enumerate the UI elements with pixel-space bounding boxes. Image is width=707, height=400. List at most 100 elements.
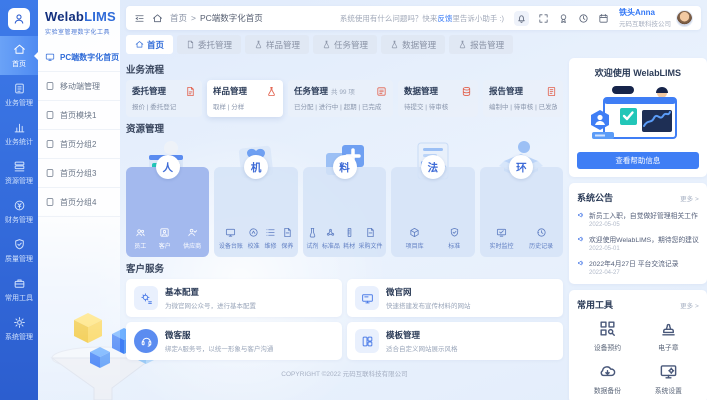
rail-label: 系统管理 [5, 332, 33, 342]
medal-icon[interactable] [558, 13, 569, 24]
card-basic-config[interactable]: 基本配置 为微官网公众号，进行基本配置 [126, 279, 342, 317]
calendar-icon[interactable] [598, 13, 609, 24]
resource-item-staff[interactable]: 员工 [134, 227, 146, 250]
resource-letter: 法 [421, 155, 445, 179]
card-links[interactable]: 取样 | 分样 [213, 101, 277, 111]
card-links[interactable]: 编制中 | 待审核 | 已发放 [489, 101, 557, 111]
sidebar-item-group2[interactable]: 首页分组2 [38, 130, 120, 159]
resource-item-history[interactable]: 历史记录 [529, 227, 553, 250]
resource-item-reagent[interactable]: 试剂 [306, 227, 318, 250]
announcement-item[interactable]: 2022年4月27日 平台交流记录 2022-04-27 [577, 258, 699, 276]
tool-e-stamp[interactable]: 电子章 [638, 319, 699, 352]
sidebar-item-module1[interactable]: 首页模块1 [38, 101, 120, 130]
card-data-mgmt[interactable]: 数据管理 待提交 | 待审核 [398, 80, 478, 117]
card-report-mgmt[interactable]: 报告管理 编制中 | 待审核 | 已发放 [483, 80, 563, 117]
template-icon [355, 329, 379, 353]
resource-item-consumables[interactable]: 耗材 [343, 227, 355, 250]
breadcrumb-home[interactable]: 首页 [170, 12, 187, 24]
user-name: 铁头Anna [619, 8, 671, 18]
tab-reports[interactable]: 报告管理 [449, 35, 513, 54]
avatar[interactable] [676, 10, 693, 27]
resource-item-equipment[interactable]: 设备台账 [219, 227, 243, 250]
collapse-sidebar-icon[interactable] [134, 13, 145, 24]
card-links[interactable]: 待提交 | 待审核 [404, 101, 472, 111]
announcement-item[interactable]: 欢迎使用WelabLIMS，期待您的建议 2022-05-01 [577, 234, 699, 252]
help-guide-button[interactable]: 查看帮助信息 [577, 152, 699, 169]
flask-icon [458, 40, 467, 49]
rail-item-business[interactable]: 业务管理 [0, 75, 38, 114]
resource-item-customer[interactable]: 客户 [159, 227, 171, 250]
resource-col-material[interactable]: 料 试剂 标准品 耗材 采购文件 [303, 139, 386, 257]
app-logo-icon[interactable] [8, 8, 30, 30]
feedback-link[interactable]: 反馈 [437, 14, 452, 23]
card-links[interactable]: 报价 | 委托登记 [132, 101, 196, 111]
page-icon [45, 139, 55, 149]
rail-item-quality[interactable]: 质量管理 [0, 231, 38, 270]
card-delegate-mgmt[interactable]: 委托管理 报价 | 委托登记 [126, 80, 202, 117]
resource-col-method[interactable]: 法 项目库 标准 [391, 139, 474, 257]
breadcrumb-home-icon[interactable] [152, 13, 163, 24]
user-menu[interactable]: 铁头Anna 元码互联科技公司 [619, 8, 693, 28]
card-template-mgmt[interactable]: 模板管理 适合自定义网站展示风格 [347, 322, 563, 360]
resource-item-monitoring[interactable]: 实时监控 [489, 227, 513, 250]
resource-item-standard-sample[interactable]: 标准品 [322, 227, 340, 250]
rail-item-home[interactable]: 首页 [0, 36, 38, 75]
tab-home[interactable]: 首页 [126, 35, 173, 54]
resource-col-machine[interactable]: 机 设备台账 校准 维修 保养 [214, 139, 297, 257]
card-micro-site[interactable]: 微官网 快速搭建发布宣传材料的网站 [347, 279, 563, 317]
flask-icon [254, 40, 263, 49]
sidebar-item-group4[interactable]: 首页分组4 [38, 188, 120, 217]
tool-system-settings[interactable]: 系统设置 [638, 362, 699, 395]
resource-item-standards[interactable]: 标准 [448, 227, 460, 250]
fullscreen-icon[interactable] [538, 13, 549, 24]
tool-device-booking[interactable]: 设备预约 [577, 319, 638, 352]
resource-item-maintain[interactable]: 保养 [281, 227, 293, 250]
announcements-more-link[interactable]: 更多 > [680, 193, 699, 203]
sidebar-item-pc-home[interactable]: PC端数字化首页 [38, 43, 120, 72]
tab-tasks[interactable]: 任务管理 [313, 35, 377, 54]
bell-icon[interactable] [514, 11, 529, 26]
resource-item-project-lib[interactable]: 项目库 [406, 227, 424, 250]
card-sample-mgmt[interactable]: 样品管理 取样 | 分样 [207, 80, 283, 117]
resource-col-environment[interactable]: 环 实时监控 历史记录 [480, 139, 563, 257]
rail-item-finance[interactable]: 财务管理 [0, 192, 38, 231]
rail-item-stats[interactable]: 业务统计 [0, 114, 38, 153]
resource-item-calibration[interactable]: 校准 [248, 227, 260, 250]
tab-data[interactable]: 数据管理 [381, 35, 445, 54]
resource-item-purchase-doc[interactable]: 采购文件 [359, 227, 383, 250]
list-icon [265, 227, 276, 238]
megaphone-icon [577, 235, 585, 243]
sidebar-item-mobile[interactable]: 移动端管理 [38, 72, 120, 101]
gear-icon [13, 316, 26, 329]
rail-item-resources[interactable]: 资源管理 [0, 153, 38, 192]
welcome-illustration [577, 84, 699, 144]
main-area: 首页 > PC端数字化首页 系统使用有什么问题吗？快来反馈里告诉小助手 :) 铁… [120, 0, 707, 400]
rail-label: 业务管理 [5, 98, 33, 108]
tab-delegate[interactable]: 委托管理 [177, 35, 241, 54]
resource-col-people[interactable]: 人 员工 客户 供应商 [126, 139, 209, 257]
resource-item-supplier[interactable]: 供应商 [183, 227, 201, 250]
rail-label: 财务管理 [5, 215, 33, 225]
file-icon [365, 227, 376, 238]
section-title-service: 客户服务 [126, 261, 563, 275]
service-cards: 基本配置 为微官网公众号，进行基本配置 微官网 快速搭建发布宣传材料的网站 微客… [126, 279, 563, 360]
announcement-item[interactable]: 新员工入职，自觉做好管理相关工作 2022-05-05 [577, 210, 699, 228]
flask-icon [266, 86, 277, 97]
card-micro-support[interactable]: 微客服 绑定A服务号，以统一形象与客户沟通 [126, 322, 342, 360]
cloud-sync-icon [598, 362, 617, 381]
clock-icon[interactable] [578, 13, 589, 24]
resource-item-repair[interactable]: 维修 [265, 227, 277, 250]
rail-item-system[interactable]: 系统管理 [0, 309, 38, 348]
section-title-resources: 资源管理 [126, 121, 563, 135]
resource-columns: 人 员工 客户 供应商 [126, 139, 563, 257]
dashboard-right-column: 欢迎使用 WelabLIMS [569, 58, 707, 400]
rail-item-tools[interactable]: 常用工具 [0, 270, 38, 309]
tools-more-link[interactable]: 更多 > [680, 300, 699, 310]
tool-data-backup[interactable]: 数据备份 [577, 362, 638, 395]
flask-icon [390, 40, 399, 49]
rail-label: 质量管理 [5, 254, 33, 264]
card-links[interactable]: 已分配 | 进行中 | 超期 | 已完成 [294, 101, 387, 111]
sidebar-item-group3[interactable]: 首页分组3 [38, 159, 120, 188]
tab-samples[interactable]: 样品管理 [245, 35, 309, 54]
card-task-mgmt[interactable]: 任务管理 共 99 项 已分配 | 进行中 | 超期 | 已完成 [288, 80, 393, 117]
